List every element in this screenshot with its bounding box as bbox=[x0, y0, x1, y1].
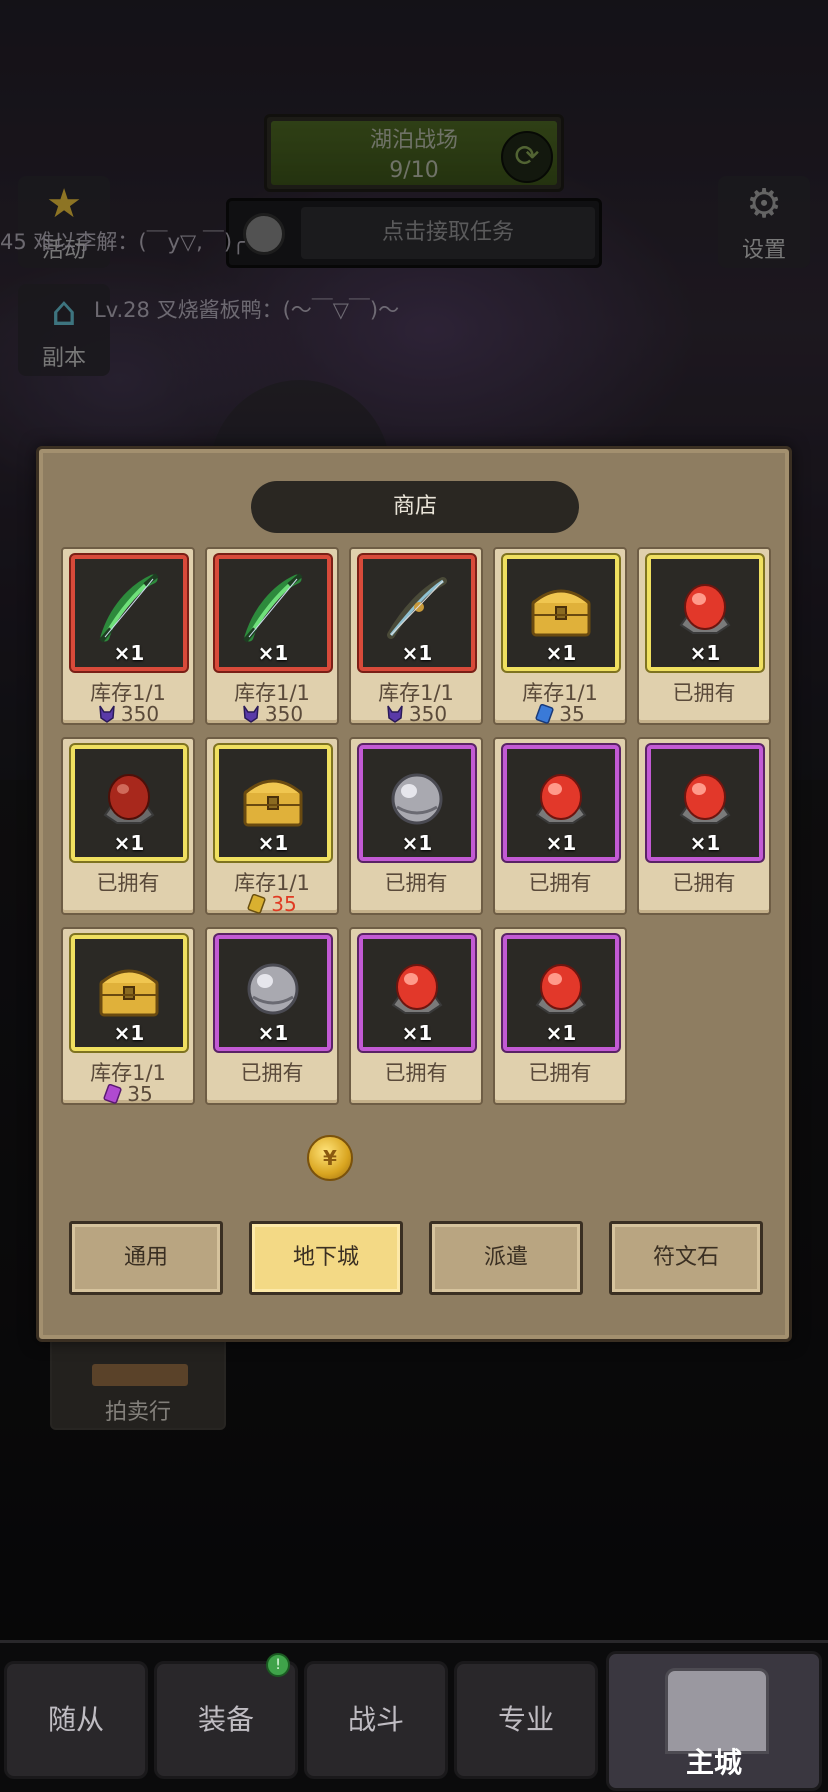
shop-tab[interactable]: 符文石 bbox=[609, 1221, 763, 1295]
shop-item-card[interactable]: ×1 已拥有 bbox=[205, 927, 339, 1105]
shop-tab[interactable]: 地下城 bbox=[249, 1221, 403, 1295]
item-status: 已拥有 bbox=[240, 1061, 304, 1085]
item-quantity: ×1 bbox=[257, 831, 289, 855]
item-price-value: 350 bbox=[264, 702, 304, 726]
item-frame: ×1 bbox=[359, 555, 475, 671]
green-bow-icon bbox=[91, 571, 167, 647]
treasure-chest-icon bbox=[235, 761, 311, 837]
item-frame: ×1 bbox=[215, 555, 331, 671]
item-frame: ×1 bbox=[359, 935, 475, 1051]
item-status: 已拥有 bbox=[672, 681, 736, 705]
nav-equipment[interactable]: 装备 bbox=[154, 1661, 298, 1779]
item-price-value: 35 bbox=[271, 892, 297, 916]
dark-bow-icon bbox=[379, 571, 455, 647]
item-frame: ×1 bbox=[503, 745, 619, 861]
silver-gem-icon bbox=[235, 951, 311, 1027]
item-status: 已拥有 bbox=[672, 871, 736, 895]
horned-demon-icon bbox=[97, 702, 121, 726]
item-quantity: ×1 bbox=[113, 641, 145, 665]
dark-red-gem-icon bbox=[91, 761, 167, 837]
red-gem-icon bbox=[379, 951, 455, 1027]
bottom-nav: 随从 装备 ! 战斗 专业 主城 bbox=[0, 1640, 828, 1792]
item-price-value: 35 bbox=[559, 702, 585, 726]
shop-item-card[interactable]: ×1 库存1/1 350 bbox=[205, 547, 339, 725]
nav-profession[interactable]: 专业 bbox=[454, 1661, 598, 1779]
red-gem-icon bbox=[523, 761, 599, 837]
item-quantity: ×1 bbox=[689, 831, 721, 855]
item-price-value: 350 bbox=[120, 702, 160, 726]
castle-icon bbox=[665, 1668, 769, 1754]
item-price: 35 bbox=[495, 703, 625, 725]
shop-item-card[interactable]: ×1 已拥有 bbox=[61, 737, 195, 915]
shop-tab[interactable]: 派遣 bbox=[429, 1221, 583, 1295]
shop-item-card[interactable]: ×1 已拥有 bbox=[493, 737, 627, 915]
silver-gem-icon bbox=[379, 761, 455, 837]
shop-item-card[interactable]: ×1 库存1/1 350 bbox=[61, 547, 195, 725]
notification-badge: ! bbox=[266, 1653, 290, 1677]
treasure-chest-icon bbox=[523, 571, 599, 647]
shop-item-card[interactable]: ×1 库存1/1 35 bbox=[61, 927, 195, 1105]
item-quantity: ×1 bbox=[113, 831, 145, 855]
item-frame: ×1 bbox=[71, 555, 187, 671]
item-status: 已拥有 bbox=[96, 871, 160, 895]
item-price: 350 bbox=[351, 703, 481, 725]
item-quantity: ×1 bbox=[113, 1021, 145, 1045]
item-frame: ×1 bbox=[215, 745, 331, 861]
item-frame: ×1 bbox=[359, 745, 475, 861]
nav-main-city-label: 主城 bbox=[685, 1746, 742, 1779]
shop-item-card[interactable]: ×1 库存1/1 350 bbox=[349, 547, 483, 725]
item-frame: ×1 bbox=[647, 555, 763, 671]
item-price: 35 bbox=[207, 893, 337, 915]
item-status: 已拥有 bbox=[528, 1061, 592, 1085]
item-quantity: ×1 bbox=[401, 641, 433, 665]
red-gem-icon bbox=[667, 761, 743, 837]
item-quantity: ×1 bbox=[257, 641, 289, 665]
shop-title: 商店 bbox=[251, 481, 579, 533]
nav-followers[interactable]: 随从 bbox=[4, 1661, 148, 1779]
treasure-chest-icon bbox=[91, 951, 167, 1027]
item-quantity: ×1 bbox=[401, 831, 433, 855]
item-frame: ×1 bbox=[503, 935, 619, 1051]
red-gem-icon bbox=[523, 951, 599, 1027]
item-status: 已拥有 bbox=[528, 871, 592, 895]
item-quantity: ×1 bbox=[545, 641, 577, 665]
item-quantity: ×1 bbox=[545, 831, 577, 855]
purple-ticket-icon bbox=[103, 1082, 127, 1106]
shop-item-card[interactable]: ×1 库存1/1 35 bbox=[493, 547, 627, 725]
horned-demon-icon bbox=[385, 702, 409, 726]
item-frame: ×1 bbox=[71, 935, 187, 1051]
shop-item-card[interactable]: ×1 已拥有 bbox=[637, 547, 771, 725]
shop-item-card[interactable]: ×1 已拥有 bbox=[349, 927, 483, 1105]
item-quantity: ×1 bbox=[689, 641, 721, 665]
item-price: 350 bbox=[63, 703, 193, 725]
item-frame: ×1 bbox=[71, 745, 187, 861]
gold-coin-icon: ¥ bbox=[307, 1135, 353, 1181]
item-quantity: ×1 bbox=[257, 1021, 289, 1045]
red-gem-icon bbox=[667, 571, 743, 647]
nav-main-city[interactable]: 主城 bbox=[606, 1651, 822, 1791]
item-price-value: 350 bbox=[408, 702, 448, 726]
item-status: 已拥有 bbox=[384, 871, 448, 895]
item-price: 35 bbox=[63, 1083, 193, 1105]
item-frame: ×1 bbox=[503, 555, 619, 671]
shop-panel: 商店 ×1 库存1/1 350 ×1 库存1/1 350 ×1 库存1/1 350 ×1 库存1/1… bbox=[36, 446, 792, 1342]
item-price-value: 35 bbox=[127, 1082, 153, 1106]
item-quantity: ×1 bbox=[401, 1021, 433, 1045]
item-price: 350 bbox=[207, 703, 337, 725]
item-quantity: ×1 bbox=[545, 1021, 577, 1045]
item-status: 已拥有 bbox=[384, 1061, 448, 1085]
shop-item-card[interactable]: ×1 库存1/1 35 bbox=[205, 737, 339, 915]
gold-ticket-icon bbox=[247, 892, 271, 916]
blue-ticket-icon bbox=[535, 702, 559, 726]
horned-demon-icon bbox=[241, 702, 265, 726]
nav-battle[interactable]: 战斗 bbox=[304, 1661, 448, 1779]
item-frame: ×1 bbox=[647, 745, 763, 861]
item-frame: ×1 bbox=[215, 935, 331, 1051]
green-bow-icon bbox=[235, 571, 311, 647]
shop-item-card[interactable]: ×1 已拥有 bbox=[349, 737, 483, 915]
shop-tab[interactable]: 通用 bbox=[69, 1221, 223, 1295]
shop-item-card[interactable]: ×1 已拥有 bbox=[493, 927, 627, 1105]
shop-item-card[interactable]: ×1 已拥有 bbox=[637, 737, 771, 915]
